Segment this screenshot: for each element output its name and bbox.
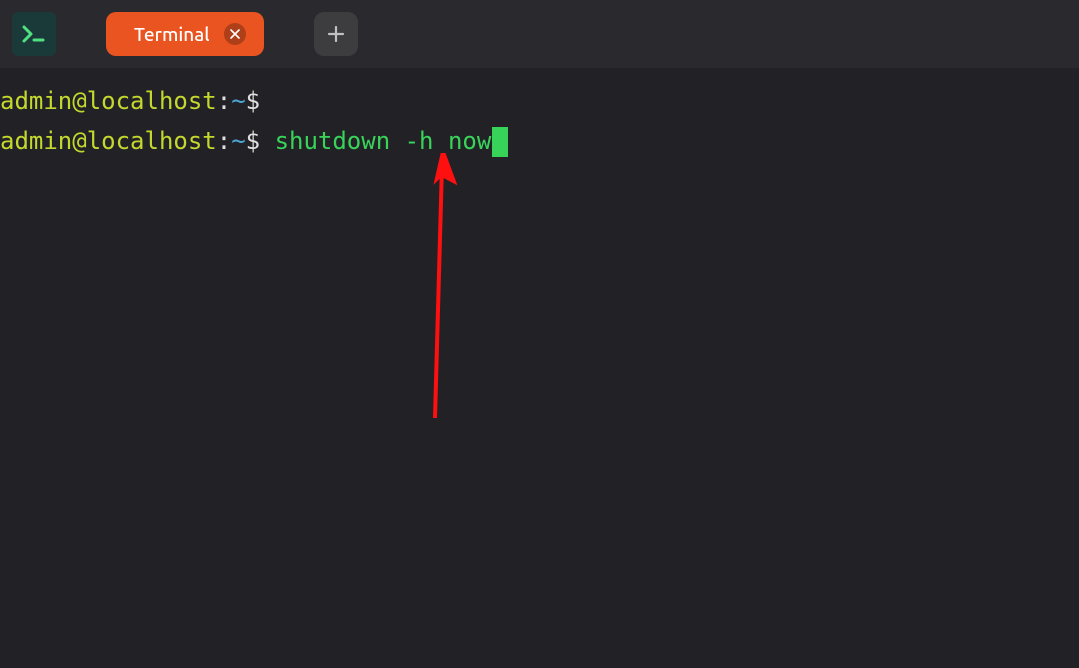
command-text: shutdown -h now [275,122,492,162]
prompt-path: ~ [231,82,245,122]
new-tab-button[interactable] [314,12,358,56]
terminal-app-icon[interactable] [12,12,56,56]
prompt-user-host: admin@localhost [0,122,217,162]
annotation-arrow-icon [427,153,459,423]
prompt-symbol: $ [246,122,275,162]
titlebar: Terminal [0,0,1079,68]
terminal-body[interactable]: admin@localhost:~$ admin@localhost:~$ sh… [0,68,1079,668]
prompt-path: ~ [231,122,245,162]
prompt-user-host: admin@localhost [0,82,217,122]
prompt-colon: : [217,122,231,162]
tab-terminal[interactable]: Terminal [106,12,264,56]
tab-label: Terminal [134,23,210,45]
prompt-symbol: $ [246,82,275,122]
prompt-colon: : [217,82,231,122]
cursor-icon [492,127,508,157]
terminal-line: admin@localhost:~$ [0,82,1079,122]
tab-close-button[interactable] [224,23,246,45]
terminal-line: admin@localhost:~$ shutdown -h now [0,122,1079,162]
